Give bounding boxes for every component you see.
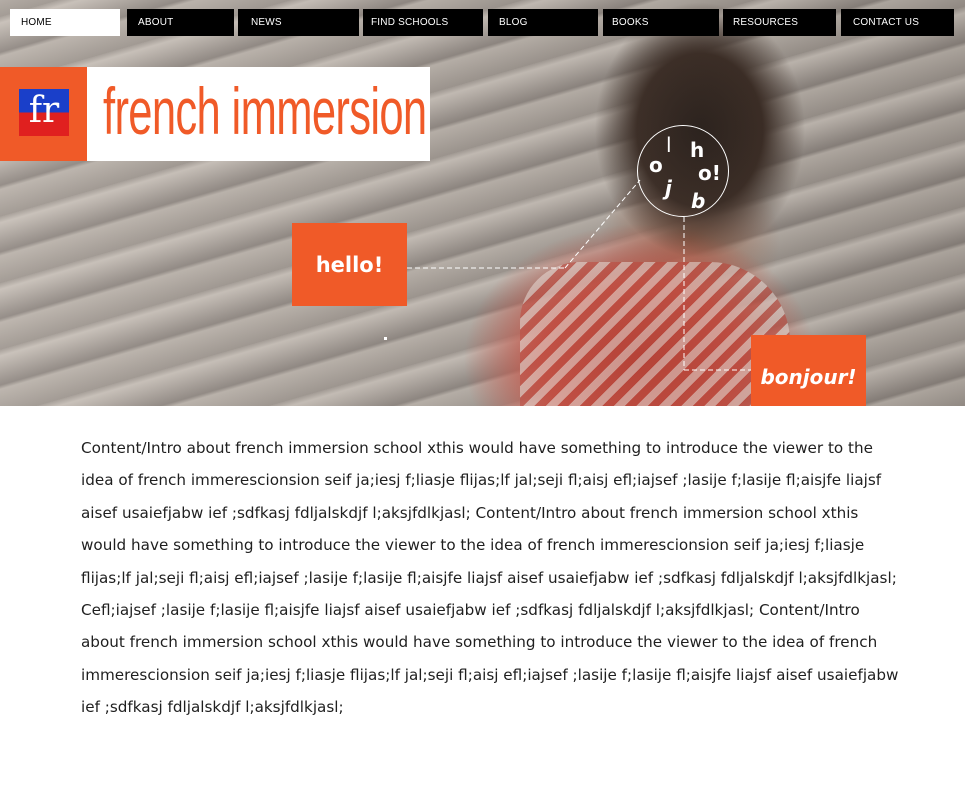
circle-letter: h (690, 138, 705, 162)
bonjour-letters-circle: o l h j o! b (637, 125, 729, 217)
hero-image: hello! o l h j o! b bonjour! (0, 0, 965, 406)
nav-home[interactable]: HOME (10, 9, 120, 36)
nav-find-schools[interactable]: FIND SCHOOLS (363, 9, 483, 36)
french-flag-icon: fr (19, 89, 69, 136)
circle-letter: o (649, 153, 663, 177)
logo-badge-text: fr (28, 90, 60, 131)
nav-about[interactable]: ABOUT (127, 9, 234, 36)
logo-badge-background: fr (0, 67, 87, 161)
circle-letter: b (691, 189, 706, 213)
hello-text: hello! (315, 252, 384, 277)
nav-books[interactable]: BOOKS (603, 9, 719, 36)
circle-letter: l (666, 133, 672, 157)
circle-letter: o! (698, 161, 721, 185)
site-logo[interactable]: fr french immersion (0, 67, 430, 161)
nav-resources[interactable]: RESOURCES (723, 9, 836, 36)
nav-news[interactable]: NEWS (238, 9, 359, 36)
nav-contact-us[interactable]: CONTACT US (841, 9, 954, 36)
nav-blog[interactable]: BLOG (488, 9, 598, 36)
hello-callout: hello! (292, 223, 407, 306)
bonjour-text: bonjour! (760, 364, 857, 389)
circle-letter: j (665, 176, 672, 200)
logo-wordmark: french immersion (103, 74, 427, 148)
intro-paragraph: Content/Intro about french immersion sch… (81, 439, 899, 717)
bonjour-callout: bonjour! (751, 335, 866, 406)
